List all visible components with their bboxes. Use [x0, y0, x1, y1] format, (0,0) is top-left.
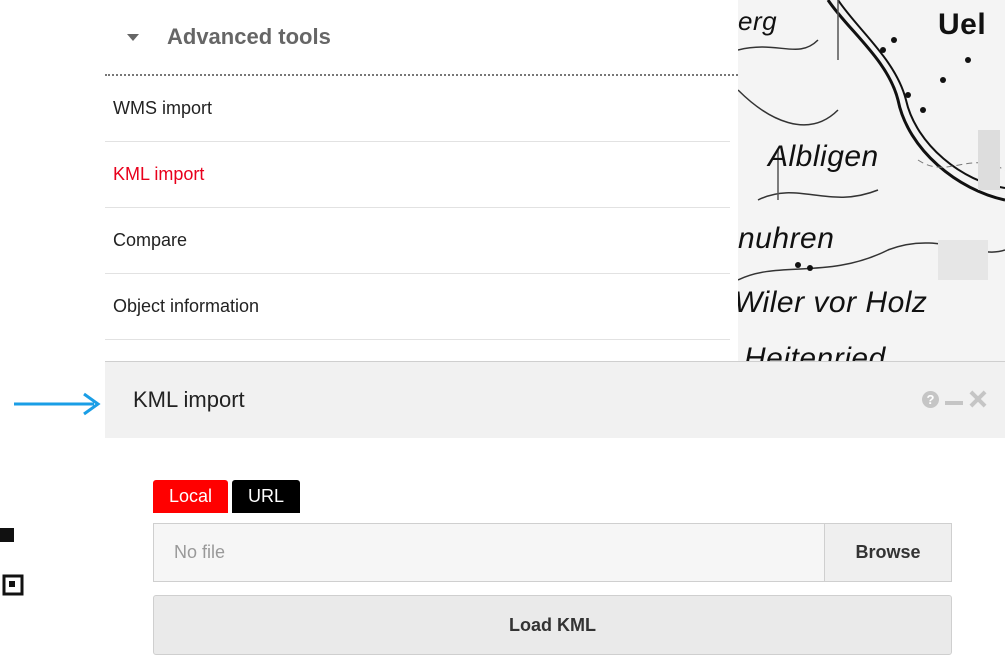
- arrow-right-icon: [14, 392, 101, 416]
- tool-item-kml-import[interactable]: KML import: [105, 142, 730, 208]
- advanced-tools-header[interactable]: Advanced tools: [105, 0, 738, 76]
- load-kml-button[interactable]: Load KML: [153, 595, 952, 655]
- browse-button[interactable]: Browse: [824, 524, 951, 581]
- close-icon[interactable]: [969, 390, 987, 408]
- tab-url[interactable]: URL: [232, 480, 301, 513]
- map-fragment: [0, 520, 24, 610]
- file-input[interactable]: No file: [154, 524, 824, 581]
- advanced-tools-panel: Advanced tools WMS import KML import Com…: [105, 0, 738, 362]
- help-icon[interactable]: ?: [922, 390, 939, 408]
- map-label: erg: [738, 6, 778, 36]
- advanced-tools-title: Advanced tools: [167, 24, 331, 49]
- map-label: Heitenried: [744, 342, 886, 362]
- popup-title: KML import: [133, 387, 245, 412]
- map-label: Albligen: [768, 140, 879, 173]
- map-view[interactable]: erg Uel Albligen nuhren Wiler vor Holz H…: [738, 0, 1005, 362]
- tool-item-object-information[interactable]: Object information: [105, 274, 730, 340]
- map-label: Uel: [938, 8, 987, 41]
- source-tabs: Local URL: [153, 480, 301, 513]
- tool-item-wms-import[interactable]: WMS import: [105, 76, 730, 142]
- map-label: Wiler vor Holz: [738, 286, 928, 319]
- tab-local[interactable]: Local: [153, 480, 229, 513]
- tool-item-compare[interactable]: Compare: [105, 208, 730, 274]
- map-label: nuhren: [738, 222, 835, 255]
- caret-down-icon[interactable]: [127, 33, 139, 41]
- file-picker: No file Browse: [153, 523, 952, 582]
- minimize-icon[interactable]: [945, 401, 963, 405]
- kml-import-popup: KML import ? Local URL No file Browse Lo…: [105, 361, 1005, 655]
- popup-controls: ?: [922, 390, 987, 408]
- popup-header[interactable]: KML import ?: [105, 362, 1005, 438]
